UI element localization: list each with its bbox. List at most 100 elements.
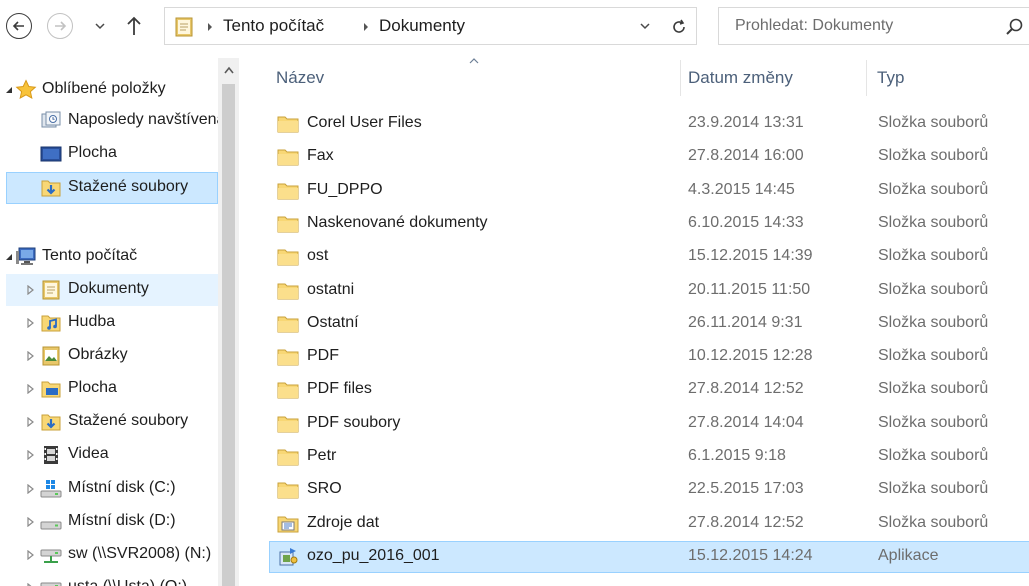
nav-item-downloads[interactable]: Stažené soubory xyxy=(0,172,218,204)
up-arrow-icon[interactable] xyxy=(124,14,144,38)
column-header-type[interactable]: Typ xyxy=(867,58,1029,98)
file-date: 20.11.2015 11:50 xyxy=(688,280,811,298)
file-row[interactable]: Zdroje dat 27.8.2014 12:52 Složka souborů xyxy=(269,508,1029,540)
folder-icon xyxy=(277,316,299,333)
nav-item-videos[interactable]: Videa xyxy=(0,439,218,471)
address-history-chevron-icon[interactable] xyxy=(637,20,653,34)
column-label-date: Datum změny xyxy=(688,68,793,87)
desktop-icon xyxy=(41,381,61,398)
collapsed-chevron-icon[interactable] xyxy=(26,550,36,560)
collapsed-chevron-icon[interactable] xyxy=(26,285,36,295)
breadcrumb-this-pc[interactable]: Tento počítač xyxy=(223,16,324,36)
folder-icon xyxy=(277,283,299,299)
nav-item-desktop-pc[interactable]: Plocha xyxy=(0,373,218,405)
nav-item-network-drive-n[interactable]: sw (\\SVR2008) (N:) xyxy=(0,539,218,571)
file-type: Složka souborů xyxy=(878,114,989,131)
collapsed-chevron-icon[interactable] xyxy=(26,318,36,328)
file-date: 6.1.2015 9:18 xyxy=(688,447,786,464)
search-icon[interactable] xyxy=(1005,17,1025,37)
file-row[interactable]: FU_DPPO 4.3.2015 14:45 Složka souborů xyxy=(269,175,1029,207)
address-bar: Tento počítač Dokumenty Prohledat: Dokum… xyxy=(0,0,1029,56)
file-date: 26.11.2014 9:31 xyxy=(688,313,803,331)
nav-label-music: Hudba xyxy=(68,313,116,330)
column-label-type: Typ xyxy=(877,68,905,87)
expanded-chevron-icon[interactable] xyxy=(4,252,14,262)
file-row[interactable]: Corel User Files 23.9.2014 13:31 Složka so… xyxy=(269,108,1029,140)
pictures-icon xyxy=(42,346,60,366)
search-input[interactable]: Prohledat: Dokumenty xyxy=(735,17,893,35)
back-button[interactable] xyxy=(6,13,32,39)
column-header-date[interactable]: Datum změny xyxy=(681,58,866,98)
file-row[interactable]: Fax 27.8.2014 16:00 Složka souborů xyxy=(269,141,1029,173)
file-row[interactable]: Ostatní 26.11.2014 9:31 Složka souborů xyxy=(269,308,1029,340)
breadcrumb-chevron-icon[interactable] xyxy=(205,20,215,34)
collapsed-chevron-icon[interactable] xyxy=(26,384,36,394)
nav-item-desktop[interactable]: Plocha xyxy=(0,138,218,170)
recent-places-icon xyxy=(41,111,61,128)
nav-item-local-disk-d[interactable]: Místní disk (D:) xyxy=(0,506,218,538)
downloads-icon xyxy=(41,180,61,197)
back-arrow-icon xyxy=(12,21,24,31)
column-header-name[interactable]: Název xyxy=(270,58,680,98)
column-label-name: Název xyxy=(276,68,325,87)
nav-item-music[interactable]: Hudba xyxy=(0,307,218,339)
file-row[interactable]: PDF 10.12.2015 12:28 Složka souborů xyxy=(269,341,1029,373)
folder-icon xyxy=(277,416,299,433)
drive-icon xyxy=(40,521,62,530)
refresh-icon[interactable] xyxy=(669,17,689,37)
file-name: Zdroje dat xyxy=(307,513,380,531)
recent-locations-chevron-icon[interactable] xyxy=(92,18,108,34)
folder-icon xyxy=(277,216,299,233)
file-type: Složka souborů xyxy=(878,380,989,398)
file-date: 15.12.2015 14:39 xyxy=(688,247,813,265)
nav-label-this-pc: Tento počítač xyxy=(42,247,138,264)
nav-item-documents[interactable]: Dokumenty xyxy=(0,274,218,306)
file-date: 27.8.2014 12:52 xyxy=(688,513,804,531)
file-date: 23.9.2014 13:31 xyxy=(688,114,804,131)
file-date: 15.12.2015 14:24 xyxy=(688,546,813,564)
forward-button[interactable] xyxy=(47,13,73,39)
file-row[interactable]: PDF files 27.8.2014 12:52 Složka souborů xyxy=(269,374,1029,406)
breadcrumb-documents[interactable]: Dokumenty xyxy=(379,16,465,36)
nav-label-network-drive-n: sw (\\SVR2008) (N:) xyxy=(68,545,212,562)
file-row[interactable]: ostatni 20.11.2015 11:50 Složka souborů xyxy=(269,275,1029,307)
music-icon xyxy=(41,315,61,332)
scroll-up-arrow-icon[interactable] xyxy=(223,65,235,75)
nav-item-network-drive-o[interactable]: usta (\\Usta) (O:) xyxy=(0,572,218,586)
installer-icon xyxy=(279,547,298,566)
collapsed-chevron-icon[interactable] xyxy=(26,417,36,427)
file-row[interactable]: ost 15.12.2015 14:39 Složka souborů xyxy=(269,241,1029,273)
file-row[interactable]: SRO 22.5.2015 17:03 Složka souborů xyxy=(269,474,1029,506)
breadcrumb-chevron-icon[interactable] xyxy=(361,20,371,34)
nav-group-favorites[interactable]: Oblíbené položky xyxy=(0,74,218,106)
nav-item-downloads-pc[interactable]: Stažené soubory xyxy=(0,406,218,438)
file-row[interactable]: Petr 6.1.2015 9:18 Složka souborů xyxy=(269,441,1029,473)
expanded-chevron-icon[interactable] xyxy=(4,85,14,95)
nav-label-local-disk-c: Místní disk (C:) xyxy=(68,479,176,496)
file-date: 27.8.2014 14:04 xyxy=(688,413,804,431)
scrollbar-thumb[interactable] xyxy=(222,84,235,586)
nav-item-local-disk-c[interactable]: Místní disk (C:) xyxy=(0,473,218,505)
collapsed-chevron-icon[interactable] xyxy=(26,351,36,361)
nav-item-pictures[interactable]: Obrázky xyxy=(0,340,218,372)
file-row[interactable]: Naskenované dokumenty 6.10.2015 14:33 Slož… xyxy=(269,208,1029,240)
file-type: Složka souborů xyxy=(878,213,989,231)
navigation-scrollbar[interactable] xyxy=(218,58,239,586)
nav-label-videos: Videa xyxy=(68,445,109,462)
nav-item-recent-places[interactable]: Naposledy navštívená místa xyxy=(0,105,218,137)
nav-label-downloads: Stažené soubory xyxy=(68,178,189,195)
address-path-box[interactable]: Tento počítač Dokumenty xyxy=(164,7,697,45)
file-row[interactable]: ozo_pu_2016_001 15.12.2015 14:24 Aplikace xyxy=(269,540,1029,573)
collapsed-chevron-icon[interactable] xyxy=(26,450,36,460)
folder-icon xyxy=(277,482,299,499)
file-name: PDF xyxy=(307,347,339,365)
file-row[interactable]: PDF soubory 27.8.2014 14:04 Složka souborů xyxy=(269,408,1029,440)
file-date: 6.10.2015 14:33 xyxy=(688,213,804,231)
nav-label-favorites: Oblíbené položky xyxy=(42,80,166,97)
nav-group-this-pc[interactable]: Tento počítač xyxy=(0,241,218,273)
nav-label-documents: Dokumenty xyxy=(68,280,149,297)
nav-label-local-disk-d: Místní disk (D:) xyxy=(68,512,176,529)
collapsed-chevron-icon[interactable] xyxy=(26,517,36,527)
search-box[interactable]: Prohledat: Dokumenty xyxy=(718,7,1029,45)
collapsed-chevron-icon[interactable] xyxy=(26,484,36,494)
